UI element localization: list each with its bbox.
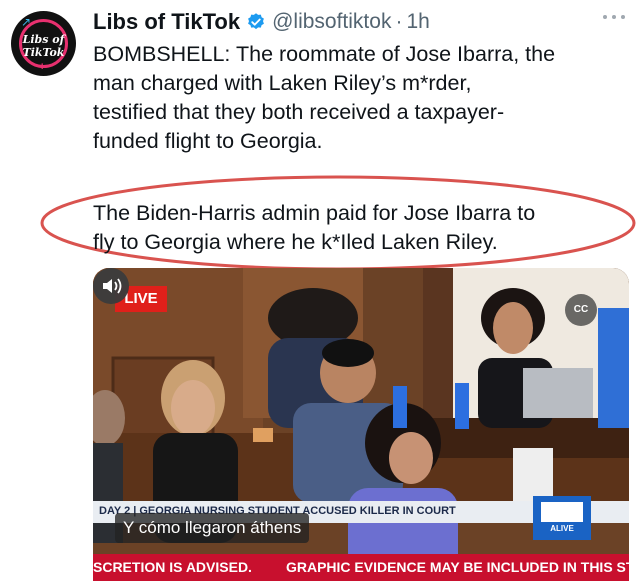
tweet-text-line: man charged with Laken Riley’s m*rder, — [93, 71, 472, 95]
avatar-cross-icon: + — [39, 61, 46, 73]
station-logo-icon — [541, 502, 583, 522]
highlighted-quote: The Biden-Harris admin paid for Jose Iba… — [93, 199, 535, 257]
tweet-text-line: funded flight to Georgia. — [93, 129, 323, 153]
avatar-text-line1: Libs of — [22, 33, 65, 46]
sound-icon[interactable] — [93, 268, 129, 304]
tweet-text-line: testified that they both received a taxp… — [93, 100, 505, 124]
separator-dot: · — [395, 10, 403, 33]
station-label: ALIVE — [550, 524, 574, 533]
ticker-left-text: SCRETION IS ADVISED. — [93, 559, 252, 575]
avatar-text-line2: TikTok — [22, 46, 65, 59]
quote-line: fly to Georgia where he k*Iled Laken Ril… — [93, 230, 498, 254]
video-player[interactable]: LIVE CC DAY 2 | GEORGIA NURSING STUDENT … — [93, 268, 629, 581]
verified-badge-icon — [248, 13, 265, 30]
ticker-text: SCRETION IS ADVISED. GRAPHIC EVIDENCE MAY… — [93, 559, 629, 575]
news-ticker: SCRETION IS ADVISED. GRAPHIC EVIDENCE MAY… — [93, 554, 629, 581]
author-name[interactable]: Libs of TikTok — [93, 9, 240, 35]
closed-captions-icon[interactable]: CC — [565, 294, 597, 326]
avatar[interactable]: ↗ Libs of TikTok + — [11, 11, 76, 76]
tweet-text-line: BOMBSHELL: The roommate of Jose Ibarra, … — [93, 42, 556, 66]
tweet-text: BOMBSHELL: The roommate of Jose Ibarra, … — [93, 40, 628, 156]
more-options-icon[interactable] — [602, 12, 626, 22]
quote-line: The Biden-Harris admin paid for Jose Iba… — [93, 201, 536, 225]
tweet-header: Libs of TikTok @libsoftiktok · 1h — [93, 8, 430, 36]
subtitle-caption: Y cómo llegaron áthens — [115, 513, 310, 543]
station-badge: ALIVE — [533, 496, 591, 540]
ticker-right-text: GRAPHIC EVIDENCE MAY BE INCLUDED IN THIS… — [285, 559, 629, 575]
author-handle[interactable]: @libsoftiktok — [272, 10, 391, 34]
tweet-time[interactable]: 1h — [406, 10, 429, 34]
